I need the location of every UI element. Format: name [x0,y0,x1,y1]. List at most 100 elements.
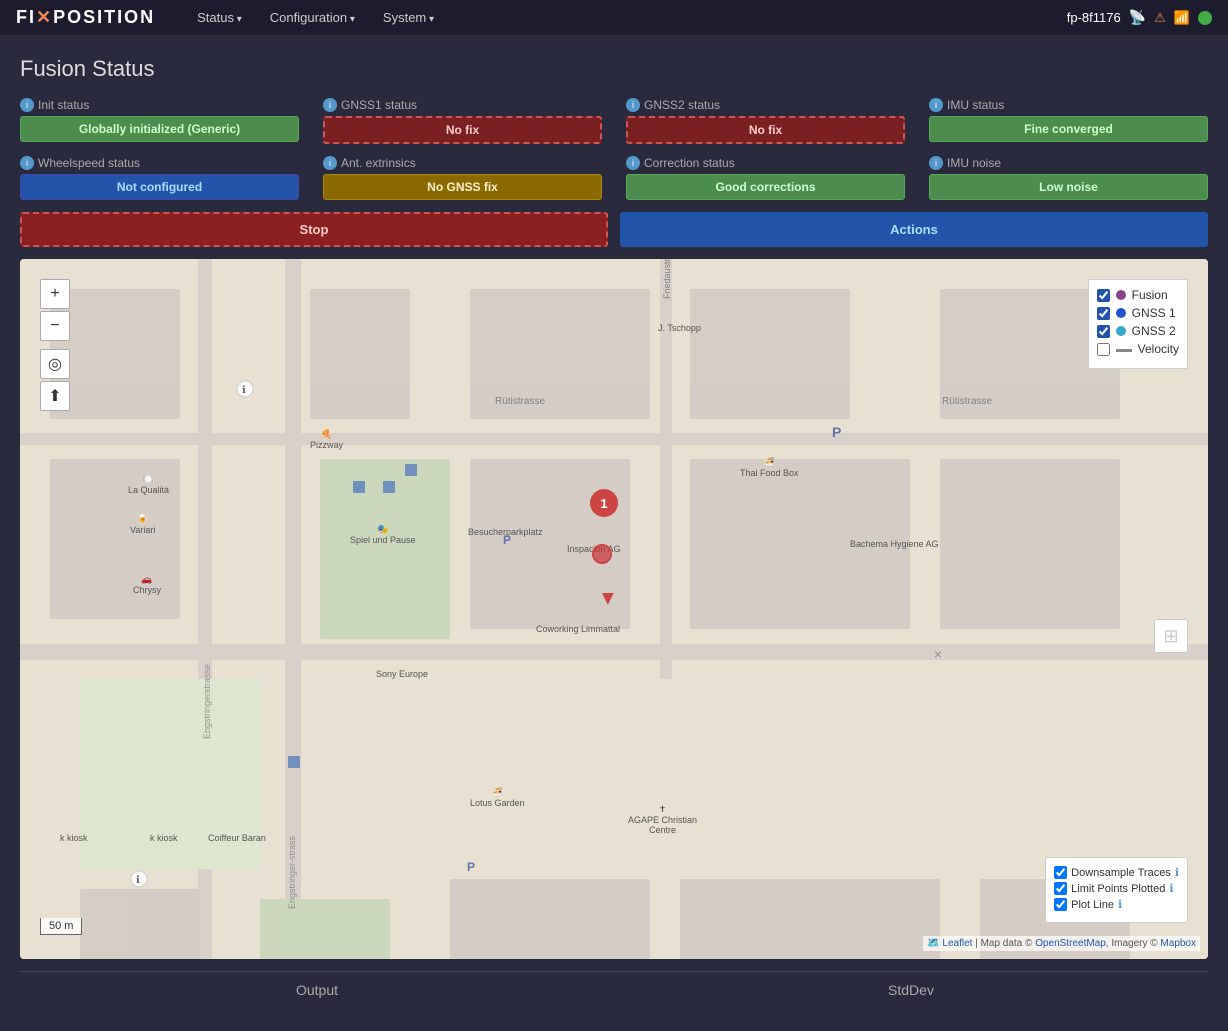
wheelspeed-info-icon[interactable]: i [20,156,34,170]
imu-noise-label: i IMU noise [929,156,1208,170]
navbar-right: fp-8f1176 📡 ⚠ 📶 [1067,9,1212,26]
imu-status-label: i IMU status [929,98,1208,112]
svg-text:ℹ: ℹ [136,875,140,886]
upload-button[interactable]: ⬆ [40,381,70,411]
map-legend: Fusion GNSS 1 GNSS 2 Velocity [1088,279,1188,369]
correction-info-icon[interactable]: i [626,156,640,170]
poi-label: 🎭Spiel und Pause [350,524,416,545]
svg-text:×: × [934,646,942,662]
ant-extrinsics-card: i Ant. extrinsics No GNSS fix [323,156,602,200]
svg-text:Engstringer-strass: Engstringer-strass [287,835,297,909]
gnss2-status-badge: No fix [626,116,905,144]
legend-velocity-checkbox[interactable] [1097,343,1110,356]
alert-icon: ⚠ [1154,10,1166,26]
actions-button[interactable]: Actions [620,212,1208,247]
legend-fusion: Fusion [1097,288,1179,302]
ant-extrinsics-info-icon[interactable]: i [323,156,337,170]
trace-plot-line: Plot Line ℹ [1054,898,1179,911]
svg-text:P: P [832,424,841,440]
svg-text:Engstringerstrasse: Engstringerstrasse [202,664,212,739]
svg-text:Friedaustr.: Friedaustr. [662,259,672,299]
legend-gnss1-checkbox[interactable] [1097,307,1110,320]
correction-status-label: i Correction status [626,156,905,170]
legend-gnss2: GNSS 2 [1097,324,1179,338]
action-row: Stop Actions [20,212,1208,247]
init-status-info-icon[interactable]: i [20,98,34,112]
ant-extrinsics-badge: No GNSS fix [323,174,602,200]
stop-button[interactable]: Stop [20,212,608,247]
status-grid-row2: i Wheelspeed status Not configured i Ant… [20,156,1208,200]
imu-status-card: i IMU status Fine converged [929,98,1208,144]
nav-configuration[interactable]: Configuration [258,6,367,29]
ant-extrinsics-label: i Ant. extrinsics [323,156,602,170]
leaflet-link[interactable]: Leaflet [942,938,972,949]
device-id: fp-8f1176 [1067,10,1121,25]
zoom-out-button[interactable]: − [40,311,70,341]
map-controls: + − ◎ ⬆ [40,279,70,411]
downsample-info-icon[interactable]: ℹ [1175,866,1179,879]
gnss2-status-info-icon[interactable]: i [626,98,640,112]
legend-gnss2-checkbox[interactable] [1097,325,1110,338]
navbar: FI✕POSITION Status Configuration System … [0,0,1228,36]
svg-text:P: P [467,860,475,874]
gnss2-status-card: i GNSS2 status No fix [626,98,905,144]
poi-label: ✝AGAPE ChristianCentre [628,804,697,835]
poi-label: 🍜Lotus Garden [470,787,525,808]
svg-text:ℹ: ℹ [242,385,246,396]
trace-downsample: Downsample Traces ℹ [1054,866,1179,879]
wheelspeed-status-badge: Not configured [20,174,299,200]
imu-status-badge: Fine converged [929,116,1208,142]
stddev-panel: StdDev [614,971,1208,1031]
svg-text:Rütistrasse: Rütistrasse [495,396,545,407]
page-title: Fusion Status [20,56,1208,82]
bottom-panels: Output StdDev [20,971,1208,1031]
svg-text:Rütistrasse: Rütistrasse [942,396,992,407]
correction-status-badge: Good corrections [626,174,905,200]
map-container[interactable]: Engstringerstrasse Engstringer-strass Rü… [20,259,1208,959]
nav-menu: Status Configuration System [185,6,1067,29]
poi-label: 🍺Variari [130,514,155,535]
legend-fusion-checkbox[interactable] [1097,289,1110,302]
gnss2-dot [1116,326,1126,336]
poi-label: J. Tschopp [658,323,701,333]
mapbox-link[interactable]: Mapbox [1160,938,1196,949]
layer-button[interactable]: ⊞ [1154,619,1188,653]
nav-status[interactable]: Status [185,6,254,29]
init-status-badge: Globally initialized (Generic) [20,116,299,142]
gnss1-status-card: i GNSS1 status No fix [323,98,602,144]
poi-label: Sony Europe [376,669,428,679]
locate-button[interactable]: ◎ [40,349,70,379]
gnss1-dot [1116,308,1126,318]
wheelspeed-status-label: i Wheelspeed status [20,156,299,170]
signal-icon: 📡 [1129,9,1146,26]
legend-velocity: Velocity [1097,342,1179,356]
limit-points-info-icon[interactable]: ℹ [1169,882,1173,895]
plot-line-checkbox[interactable] [1054,898,1067,911]
zoom-in-button[interactable]: + [40,279,70,309]
fusion-dot [1116,290,1126,300]
downsample-checkbox[interactable] [1054,866,1067,879]
imu-noise-card: i IMU noise Low noise [929,156,1208,200]
output-panel: Output [20,971,614,1031]
velocity-line [1116,349,1132,352]
imu-status-info-icon[interactable]: i [929,98,943,112]
limit-points-checkbox[interactable] [1054,882,1067,895]
legend-gnss1: GNSS 1 [1097,306,1179,320]
poi-label: 🍽️La Qualità [128,474,169,495]
cluster-marker[interactable]: 1 [590,489,618,517]
main-content: Fusion Status i Init status Globally ini… [0,36,1228,1031]
nav-system[interactable]: System [371,6,446,29]
position-dot [592,544,612,564]
correction-status-card: i Correction status Good corrections [626,156,905,200]
poi-label: 🍕Pizzway [310,429,343,450]
gnss1-status-info-icon[interactable]: i [323,98,337,112]
osm-link[interactable]: OpenStreetMap [1035,938,1106,949]
imu-noise-info-icon[interactable]: i [929,156,943,170]
gnss1-status-badge: No fix [323,116,602,144]
poi-label: Bachema Hygiene AG [850,539,939,549]
plot-line-info-icon[interactable]: ℹ [1118,898,1122,911]
map-attribution: 🗺️ Leaflet | Map data © OpenStreetMap, I… [923,936,1200,951]
poi-label: k kiosk [60,833,88,843]
map-scale: 50 m [40,918,82,935]
brand-logo: FI✕POSITION [16,7,155,28]
